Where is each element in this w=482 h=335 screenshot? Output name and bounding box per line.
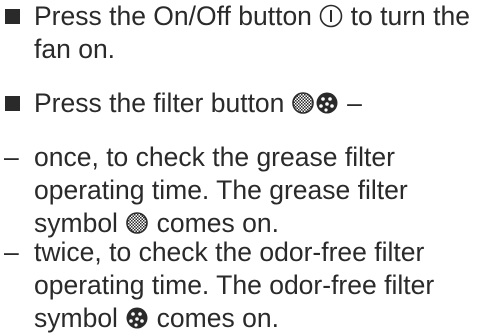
instruction-text: once, to check the grease filter operati…: [34, 141, 480, 240]
instruction-line: twice, to check the odor-free filter: [34, 237, 425, 267]
instruction-text: Press the On/Off button to turn the fan …: [34, 0, 480, 66]
instruction-line: symbol comes on.: [34, 303, 279, 333]
instruction-text: twice, to check the odor-free filter ope…: [34, 236, 480, 335]
odor-filter-icon: [125, 306, 149, 330]
instruction-line: fan on.: [34, 34, 116, 64]
instruction-line: operating time. The odor-free filter: [34, 270, 435, 300]
power-icon: [319, 4, 343, 28]
instruction-line: operating time. The grease filter: [34, 175, 408, 205]
instruction-text: Press the filter button –: [34, 87, 480, 120]
instruction-list: Press the On/Off button to turn the fan …: [0, 0, 482, 335]
instruction-line: Press the filter button –: [34, 88, 362, 118]
filter-buttons-icon: [291, 91, 340, 115]
instruction-line: Press the On/Off button to turn the: [34, 1, 470, 31]
grease-filter-icon: [125, 211, 149, 235]
instruction-line: once, to check the grease filter: [34, 142, 395, 172]
